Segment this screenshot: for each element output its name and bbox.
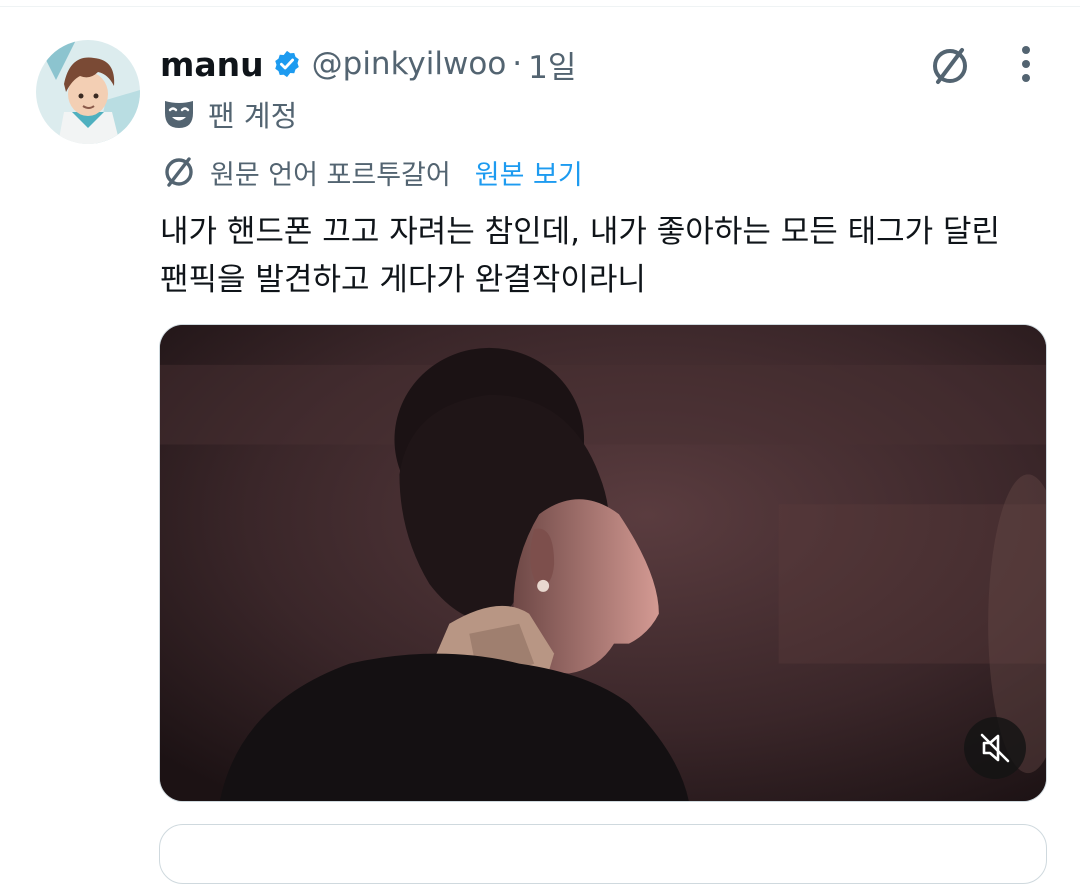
verified-badge-icon [272,49,302,79]
user-handle[interactable]: @pinkyilwoo [312,46,507,82]
post-time[interactable]: 1일 [528,42,576,87]
translate-icon[interactable] [926,42,974,90]
view-original-link[interactable]: 원본 보기 [475,153,583,192]
fan-account-label: 팬 계정 [208,99,298,133]
more-options-icon[interactable] [1008,42,1044,86]
muted-speaker-icon [980,733,1010,763]
tweet-text: 내가 핸드폰 끄고 자려는 참인데, 내가 좋아하는 모든 태그가 달린 팬픽을… [160,208,1040,304]
display-name[interactable]: manu [160,45,264,84]
translation-notice: 원문 언어 포르투갈어 원본 보기 [160,150,583,194]
translation-note: 원문 언어 포르투갈어 [210,159,451,191]
theater-mask-icon [162,97,196,131]
separator-dot: · [512,46,523,82]
video-media[interactable] [159,324,1047,802]
fan-account-badge: 팬 계정 [162,92,297,136]
top-divider [0,6,1080,7]
avatar[interactable] [36,40,140,144]
quoted-card[interactable] [159,824,1047,884]
mute-button[interactable] [964,717,1026,779]
tweet-header: manu @pinkyilwoo · 1일 [160,40,576,88]
video-frame [160,325,1046,801]
tweet-text-line: 내가 핸드폰 끄고 자려는 참인데, 내가 좋아하는 모든 태그가 달린 [160,214,1001,250]
translate-icon [160,153,198,191]
tweet-text-line: 팬픽을 발견하고 게다가 완결작이라니 [160,262,646,298]
